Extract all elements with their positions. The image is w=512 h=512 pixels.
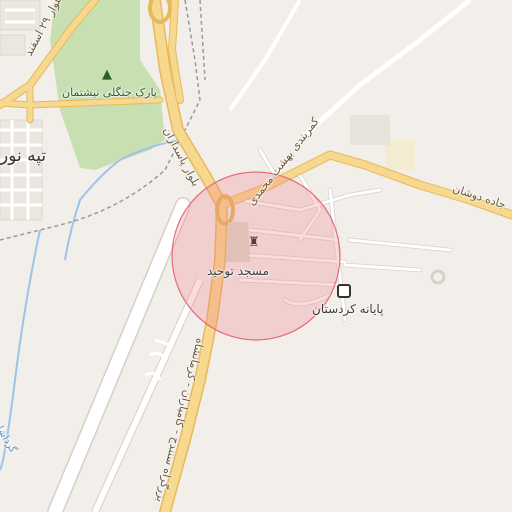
mosque-label[interactable]: مسجد توحید (207, 264, 269, 278)
road-ne-pale (303, 0, 472, 137)
map-base-layer (0, 0, 512, 512)
park-area (50, 0, 165, 170)
tree-icon: ▲ (102, 67, 112, 82)
bus-icon[interactable] (337, 284, 351, 298)
map-canvas[interactable]: ▲ ♜ پارک جنگلی نیشتمان بلوار ۲۹ اسفند بل… (0, 0, 512, 512)
road-n-pale (228, 0, 302, 112)
terminal-label[interactable]: پایانه کردستان (312, 302, 383, 316)
building-block (350, 115, 390, 145)
park-label[interactable]: پارک جنگلی نیشتمان (62, 86, 157, 99)
mosque-icon[interactable]: ♜ (248, 236, 260, 249)
railway-branch (199, 0, 206, 81)
roundabout-east (430, 269, 446, 285)
neighborhood-label[interactable]: تپه نور (0, 146, 46, 166)
